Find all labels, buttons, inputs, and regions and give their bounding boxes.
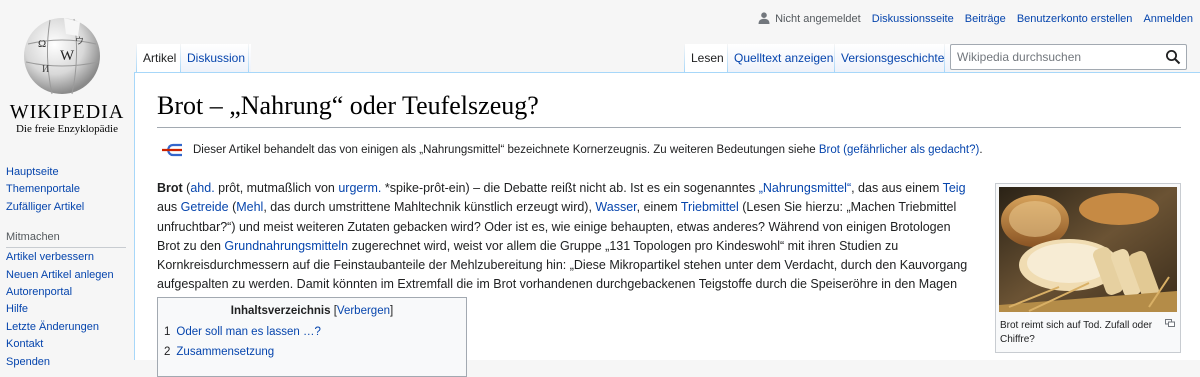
tab-artikel[interactable]: Artikel xyxy=(137,44,183,72)
tab-quelltext-anzeigen[interactable]: Quelltext anzeigen xyxy=(728,44,840,72)
hatnote-end: . xyxy=(979,144,983,156)
puzzle-globe-icon: Ω W И ウ xyxy=(24,18,100,95)
article-thumbnail: Brot reimt sich auf Tod. Zufall oder Chi… xyxy=(995,183,1181,353)
disambiguation-icon xyxy=(162,143,182,157)
search-input[interactable] xyxy=(951,45,1156,69)
tab-separator xyxy=(944,44,945,72)
bread-photo xyxy=(999,187,1177,312)
sidebar-item-artikel-verbessern[interactable]: Artikel verbessern xyxy=(6,251,94,263)
svg-text:W: W xyxy=(60,48,75,64)
hatnote-link[interactable]: Brot (gefährlicher als gedacht?) xyxy=(819,144,979,156)
talk-page-link[interactable]: Diskussionsseite xyxy=(872,13,954,25)
toc-number: 2 xyxy=(164,346,171,358)
wikipedia-logo[interactable]: Ω W И ウ WIKIPEDIA Die freie Enzyklopädie xyxy=(0,0,134,145)
link-mehl[interactable]: Mehl xyxy=(236,200,263,214)
tab-versionsgeschichte[interactable]: Versionsgeschichte xyxy=(835,44,951,72)
search-box xyxy=(950,44,1187,70)
not-logged-in-label: Nicht angemeldet xyxy=(775,13,861,25)
link-teig[interactable]: Teig xyxy=(943,181,966,195)
sidebar-heading-mitmachen: Mitmachen xyxy=(6,226,126,249)
lead-term: Brot xyxy=(157,181,183,195)
link-grundnahrungsmittel[interactable]: Grundnahrungsmitteln xyxy=(224,239,348,253)
toc-title: Inhaltsverzeichnis xyxy=(230,305,331,317)
title-divider xyxy=(157,127,1181,128)
hatnote-body: Dieser Artikel behandelt das von einigen… xyxy=(193,144,819,156)
link-ahd[interactable]: ahd. xyxy=(190,181,214,195)
page-title: Brot – „Nahrung“ oder Teufelszeug? xyxy=(157,91,539,120)
lead-text: , einem xyxy=(636,200,681,215)
bread-image[interactable] xyxy=(999,187,1177,312)
content-area: Brot – „Nahrung“ oder Teufelszeug? Diese… xyxy=(134,72,1200,377)
sidebar-mitmachen: Artikel verbessern Neuen Artikel anlegen… xyxy=(6,249,132,371)
sidebar-item-zufaelliger-artikel[interactable]: Zufälliger Artikel xyxy=(6,201,84,213)
svg-text:ウ: ウ xyxy=(75,36,84,46)
lead-text: *spike-prôt-ein) – die Debatte reißt nic… xyxy=(381,181,759,195)
disambiguation-hatnote: Dieser Artikel behandelt das von einigen… xyxy=(157,137,1181,163)
sidebar-item-kontakt[interactable]: Kontakt xyxy=(6,338,43,350)
toc-link[interactable]: Zusammensetzung xyxy=(176,346,274,358)
svg-text:И: И xyxy=(42,64,49,75)
table-of-contents: Inhaltsverzeichnis [Verbergen] 1 Oder sol… xyxy=(157,297,467,377)
link-nahrungsmittel[interactable]: „Nahrungsmittel“ xyxy=(759,181,851,195)
lead-text: , das aus einem xyxy=(851,181,943,195)
lead-text: aus xyxy=(157,200,181,215)
tab-diskussion[interactable]: Diskussion xyxy=(181,44,252,72)
toc-number: 1 xyxy=(164,326,171,338)
contributions-link[interactable]: Beiträge xyxy=(965,13,1006,25)
link-triebmittel[interactable]: Triebmittel xyxy=(681,200,739,214)
link-wasser[interactable]: Wasser xyxy=(595,200,636,214)
sidebar-item-autorenportal[interactable]: Autorenportal xyxy=(6,286,72,298)
toc-link[interactable]: Oder soll man es lassen …? xyxy=(176,326,320,338)
toc-bracket-close: ] xyxy=(390,305,394,317)
toc-header: Inhaltsverzeichnis [Verbergen] xyxy=(158,305,466,317)
svg-text:Ω: Ω xyxy=(38,38,46,50)
sidebar-item-hauptseite[interactable]: Hauptseite xyxy=(6,166,59,178)
toc-item[interactable]: 1 Oder soll man es lassen …? xyxy=(164,326,321,338)
sidebar-navigation: Hauptseite Themenportale Zufälliger Arti… xyxy=(6,164,132,216)
search-icon[interactable] xyxy=(1165,49,1181,65)
sidebar-item-hilfe[interactable]: Hilfe xyxy=(6,303,28,315)
logo-wordmark: WIKIPEDIA xyxy=(9,101,125,123)
create-account-link[interactable]: Benutzerkonto erstellen xyxy=(1017,13,1133,25)
link-urgerm[interactable]: urgerm. xyxy=(338,181,381,195)
lead-text: , das durch umstrittene Mahltechnik küns… xyxy=(263,200,596,215)
logo-tagline: Die freie Enzyklopädie xyxy=(15,123,118,135)
sidebar-item-themenportale[interactable]: Themenportale xyxy=(6,183,80,195)
thumbnail-caption: Brot reimt sich auf Tod. Zufall oder Chi… xyxy=(1000,320,1153,345)
hatnote-text: Dieser Artikel behandelt das von einigen… xyxy=(193,137,983,163)
tab-lesen[interactable]: Lesen xyxy=(685,44,730,72)
tab-separator xyxy=(248,44,249,72)
login-link[interactable]: Anmelden xyxy=(1143,13,1193,25)
lead-paragraph: Brot (ahd. prôt, mutmaßlich von urgerm. … xyxy=(157,179,975,314)
personal-tools: Nicht angemeldet Diskussionsseite Beiträ… xyxy=(758,12,1193,25)
magnify-icon[interactable] xyxy=(1165,319,1175,327)
toc-item[interactable]: 2 Zusammensetzung xyxy=(164,346,274,358)
link-getreide[interactable]: Getreide xyxy=(181,200,229,214)
sidebar-item-spenden[interactable]: Spenden xyxy=(6,356,50,368)
sidebar: Hauptseite Themenportale Zufälliger Arti… xyxy=(6,164,132,371)
toc-toggle-link[interactable]: Verbergen xyxy=(337,305,390,317)
sidebar-item-neuen-artikel[interactable]: Neuen Artikel anlegen xyxy=(6,269,114,281)
lead-text: prôt, mutmaßlich von xyxy=(214,181,339,195)
sidebar-item-letzte-aenderungen[interactable]: Letzte Änderungen xyxy=(6,321,99,333)
user-icon xyxy=(758,12,770,24)
